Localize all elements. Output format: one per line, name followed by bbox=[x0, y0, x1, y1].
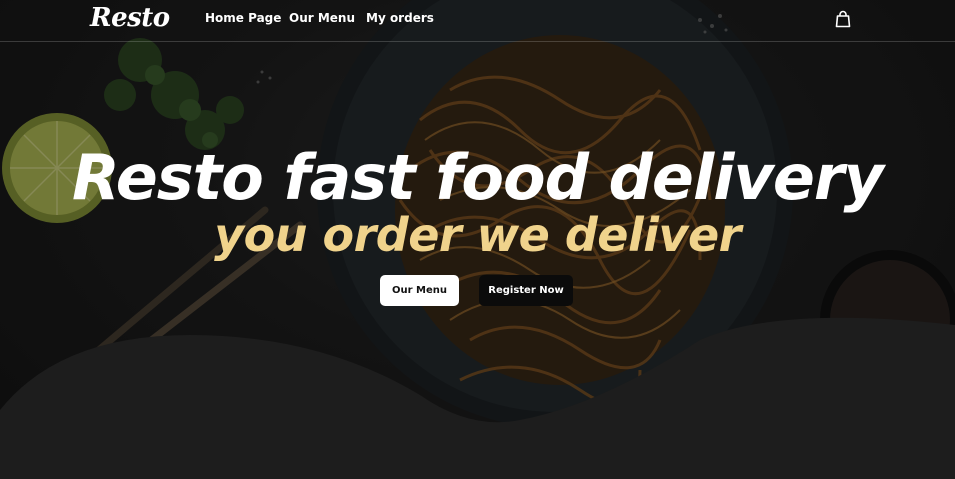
nav-link-home[interactable]: Home Page bbox=[205, 11, 281, 25]
hero-subheadline: you order we deliver bbox=[214, 208, 741, 262]
nav-link-my-orders[interactable]: My orders bbox=[366, 11, 434, 25]
logo[interactable]: Resto bbox=[90, 0, 170, 36]
top-navbar: Resto Home Page Our Menu My orders bbox=[0, 0, 955, 42]
shopping-bag-icon[interactable] bbox=[835, 10, 851, 28]
nav-link-our-menu[interactable]: Our Menu bbox=[289, 11, 355, 25]
our-menu-button[interactable]: Our Menu bbox=[380, 275, 459, 306]
register-now-button[interactable]: Register Now bbox=[479, 275, 573, 306]
